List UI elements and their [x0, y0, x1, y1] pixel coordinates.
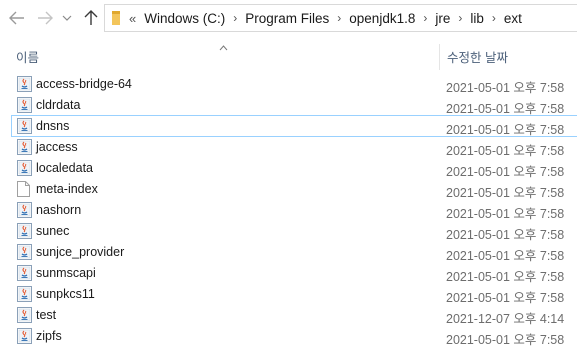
breadcrumb-separator-icon[interactable]: › — [233, 11, 237, 25]
file-row[interactable]: sunpkcs11 2021-05-01 오후 7:58 — [12, 284, 577, 305]
java-jar-icon — [17, 76, 32, 92]
file-date-modified: 2021-05-01 오후 7:58 — [446, 102, 565, 116]
file-date-modified: 2021-05-01 오후 7:58 — [446, 186, 565, 200]
breadcrumb-separator-icon[interactable]: › — [492, 11, 496, 25]
java-jar-icon — [17, 118, 32, 134]
address-bar[interactable]: « Windows (C:) › Program Files › openjdk… — [104, 4, 577, 32]
file-name: access-bridge-64 — [36, 77, 132, 91]
blank-file-icon — [17, 181, 32, 197]
file-date-modified: 2021-05-01 오후 7:58 — [446, 228, 565, 242]
column-header-date-modified[interactable]: 수정한 날짜 — [447, 47, 508, 66]
file-date-modified: 2021-05-01 오후 7:58 — [446, 291, 565, 305]
java-jar-icon — [17, 202, 32, 218]
recent-locations-chevron-icon[interactable] — [61, 9, 73, 27]
file-name: sunec — [36, 224, 70, 238]
java-jar-icon — [17, 328, 32, 344]
file-name: meta-index — [36, 182, 98, 196]
file-row[interactable]: jaccess 2021-05-01 오후 7:58 — [12, 137, 577, 158]
file-name: sunmscapi — [36, 266, 96, 280]
back-arrow-icon[interactable] — [8, 9, 26, 27]
file-name: sunpkcs11 — [36, 287, 95, 301]
up-arrow-icon[interactable] — [82, 9, 100, 27]
breadcrumb-separator-icon[interactable]: › — [458, 11, 462, 25]
file-name: jaccess — [36, 140, 78, 154]
forward-arrow-icon[interactable] — [36, 9, 54, 27]
file-date-modified: 2021-05-01 오후 7:58 — [446, 81, 565, 95]
file-row[interactable]: nashorn 2021-05-01 오후 7:58 — [12, 200, 577, 221]
breadcrumb-item-openjdk[interactable]: openjdk1.8 — [349, 11, 415, 26]
file-date-modified: 2021-05-01 오후 7:58 — [446, 123, 565, 137]
file-date-modified: 2021-12-07 오후 4:14 — [446, 312, 565, 326]
file-row[interactable]: sunec 2021-05-01 오후 7:58 — [12, 221, 577, 242]
breadcrumb-item-program-files[interactable]: Program Files — [245, 11, 329, 26]
breadcrumb-item-lib[interactable]: lib — [470, 11, 484, 26]
file-name: sunjce_provider — [36, 245, 125, 259]
java-jar-icon — [17, 265, 32, 281]
file-row[interactable]: access-bridge-64 2021-05-01 오후 7:58 — [12, 74, 577, 95]
column-header-name[interactable]: 이름 — [16, 47, 39, 66]
breadcrumb-item-ext[interactable]: ext — [504, 11, 522, 26]
file-name: localedata — [36, 161, 93, 175]
file-date-modified: 2021-05-01 오후 7:58 — [446, 207, 565, 221]
breadcrumb-overflow[interactable]: « — [129, 11, 136, 26]
file-name: nashorn — [36, 203, 82, 217]
file-row[interactable]: sunmscapi 2021-05-01 오후 7:58 — [12, 263, 577, 284]
file-date-modified: 2021-05-01 오후 7:58 — [446, 333, 565, 347]
file-row[interactable]: sunjce_provider 2021-05-01 오후 7:58 — [12, 242, 577, 263]
java-jar-icon — [17, 97, 32, 113]
file-name: cldrdata — [36, 98, 81, 112]
file-name: test — [36, 308, 57, 322]
file-row[interactable]: cldrdata 2021-05-01 오후 7:58 — [12, 95, 577, 116]
file-row[interactable]: zipfs 2021-05-01 오후 7:58 — [12, 326, 577, 347]
column-divider[interactable] — [439, 44, 440, 70]
breadcrumb-separator-icon[interactable]: › — [423, 11, 427, 25]
breadcrumb-separator-icon[interactable]: › — [337, 11, 341, 25]
java-jar-icon — [17, 307, 32, 323]
file-name: zipfs — [36, 329, 62, 343]
file-date-modified: 2021-05-01 오후 7:58 — [446, 270, 565, 284]
java-jar-icon — [17, 244, 32, 260]
navigation-toolbar: « Windows (C:) › Program Files › openjdk… — [0, 0, 577, 37]
java-jar-icon — [17, 160, 32, 176]
folder-icon — [111, 10, 121, 26]
file-date-modified: 2021-05-01 오후 7:58 — [446, 165, 565, 179]
file-row[interactable]: localedata 2021-05-01 오후 7:58 — [12, 158, 577, 179]
file-date-modified: 2021-05-01 오후 7:58 — [446, 249, 565, 263]
breadcrumb-item-drive[interactable]: Windows (C:) — [144, 11, 225, 26]
file-row[interactable]: dnsns 2021-05-01 오후 7:58 — [11, 115, 577, 137]
column-header-bar: 이름 수정한 날짜 — [0, 44, 577, 70]
java-jar-icon — [17, 286, 32, 302]
file-row[interactable]: meta-index 2021-05-01 오후 7:58 — [12, 179, 577, 200]
java-jar-icon — [17, 139, 32, 155]
file-name: dnsns — [36, 119, 70, 133]
java-jar-icon — [17, 223, 32, 239]
breadcrumb-item-jre[interactable]: jre — [435, 11, 450, 26]
file-row[interactable]: test 2021-12-07 오후 4:14 — [12, 305, 577, 326]
file-date-modified: 2021-05-01 오후 7:58 — [446, 144, 565, 158]
